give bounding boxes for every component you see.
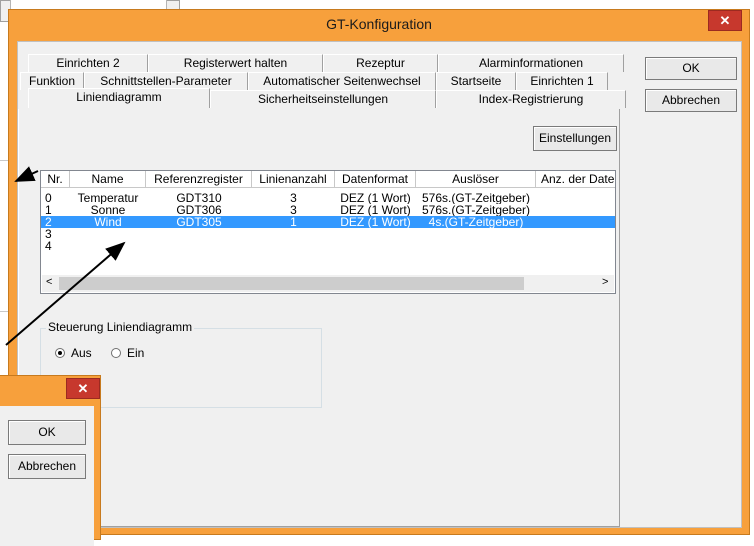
annotation-arrows: [5, 166, 126, 346]
annotation-arrow-left: [14, 166, 39, 182]
annotation-arrow-wind: [5, 241, 126, 346]
